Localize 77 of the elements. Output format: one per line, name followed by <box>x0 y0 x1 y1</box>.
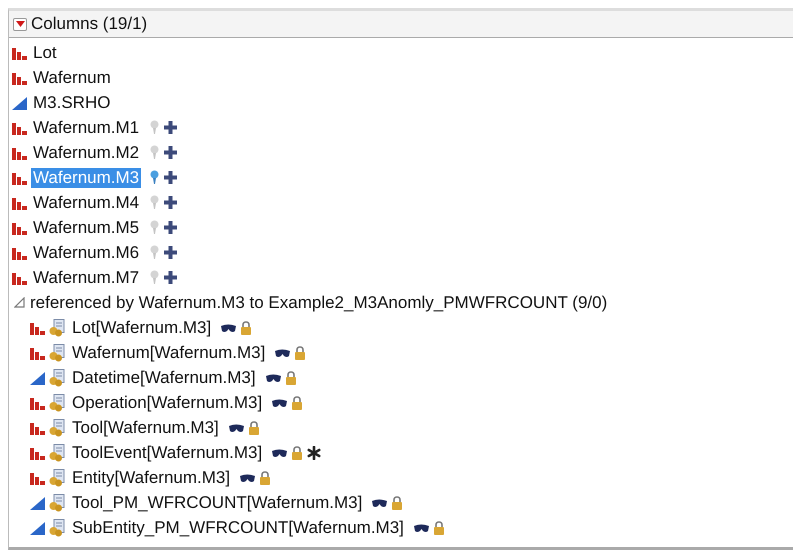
column-item[interactable]: Tool[Wafernum.M3] <box>70 418 221 438</box>
mask-icon <box>372 498 388 508</box>
plus-icon <box>164 171 178 184</box>
triangle-icon <box>30 520 46 534</box>
column-item[interactable]: SubEntity_PM_WFRCOUNT[Wafernum.M3] <box>70 518 406 538</box>
column-item[interactable]: Wafernum.M4 <box>31 192 142 212</box>
bar-chart-icon <box>12 120 28 134</box>
linked-table-icon <box>49 344 67 362</box>
linked-table-icon <box>49 444 67 462</box>
linked-table-icon <box>49 518 67 536</box>
triangle-icon <box>30 496 46 510</box>
linked-table-icon <box>49 494 67 512</box>
mask-icon <box>228 422 244 432</box>
bar-chart-icon <box>30 420 46 434</box>
bar-chart-icon <box>12 170 28 184</box>
plus-icon <box>164 146 178 159</box>
bar-chart-icon <box>12 46 28 60</box>
group-label[interactable]: referenced by Wafernum.M3 to Example2_M3Anomly_PMWFRCOUNT (9/0) <box>30 292 608 312</box>
column-item[interactable]: Wafernum.M6 <box>31 242 142 262</box>
triangle-icon <box>12 96 28 110</box>
lock-icon <box>432 520 445 534</box>
bar-chart-icon <box>30 396 46 410</box>
lock-icon <box>391 496 404 510</box>
expand-triangle-icon[interactable] <box>14 297 25 308</box>
plus-icon <box>164 246 178 259</box>
column-item[interactable]: ToolEvent[Wafernum.M3] <box>70 442 264 462</box>
linked-table-icon <box>49 318 67 336</box>
mask-icon <box>414 522 429 532</box>
bar-chart-icon <box>12 246 28 260</box>
bar-chart-icon <box>12 220 28 234</box>
linked-table-icon <box>49 394 67 412</box>
linked-table-icon <box>49 468 67 486</box>
lock-icon <box>248 420 260 434</box>
plus-icon <box>164 196 178 209</box>
bar-chart-icon <box>12 196 28 210</box>
lock-icon <box>259 470 272 484</box>
mask-icon <box>266 372 281 382</box>
column-item[interactable]: Wafernum.M5 <box>31 218 142 238</box>
column-item[interactable]: Entity[Wafernum.M3] <box>70 468 232 488</box>
asterisk-icon <box>307 446 322 460</box>
disclosure-button[interactable] <box>13 18 27 30</box>
column-item[interactable]: Operation[Wafernum.M3] <box>70 392 264 412</box>
lock-icon <box>291 396 304 410</box>
bar-chart-icon <box>30 320 46 334</box>
mask-icon <box>221 322 236 332</box>
bar-chart-icon <box>30 346 46 360</box>
column-item[interactable]: Datetime[Wafernum.M3] <box>70 368 258 388</box>
column-item[interactable]: Lot <box>31 42 59 62</box>
column-item[interactable]: M3.SRHO <box>31 92 112 112</box>
linked-table-icon <box>49 418 67 436</box>
plus-icon <box>164 271 178 284</box>
column-item[interactable]: Wafernum[Wafernum.M3] <box>70 342 268 362</box>
bar-chart-icon <box>12 146 28 160</box>
mask-icon <box>272 448 288 458</box>
column-item[interactable]: Tool_PM_WFRCOUNT[Wafernum.M3] <box>70 492 364 512</box>
linked-table-icon <box>49 368 67 386</box>
bar-chart-icon <box>12 270 28 284</box>
column-item[interactable]: Wafernum.M2 <box>31 142 142 162</box>
lock-icon <box>291 446 304 460</box>
plus-icon <box>164 121 178 134</box>
column-item[interactable]: Lot[Wafernum.M3] <box>70 318 214 338</box>
lock-icon <box>284 370 297 384</box>
column-item[interactable]: Wafernum.M1 <box>31 118 142 138</box>
column-item[interactable]: Wafernum <box>31 68 113 88</box>
column-item[interactable]: Wafernum.M7 <box>31 268 142 288</box>
mask-icon <box>275 348 290 358</box>
bar-chart-icon <box>30 470 46 484</box>
plus-icon <box>164 221 178 234</box>
panel-title: Columns (19/1) <box>31 14 148 34</box>
mask-icon <box>272 398 288 408</box>
bar-chart-icon <box>30 446 46 460</box>
mask-icon <box>240 472 256 482</box>
bar-chart-icon <box>12 70 28 84</box>
lock-icon <box>294 346 306 360</box>
lock-icon <box>240 320 252 334</box>
triangle-icon <box>30 370 46 384</box>
caret-icon <box>16 21 24 27</box>
